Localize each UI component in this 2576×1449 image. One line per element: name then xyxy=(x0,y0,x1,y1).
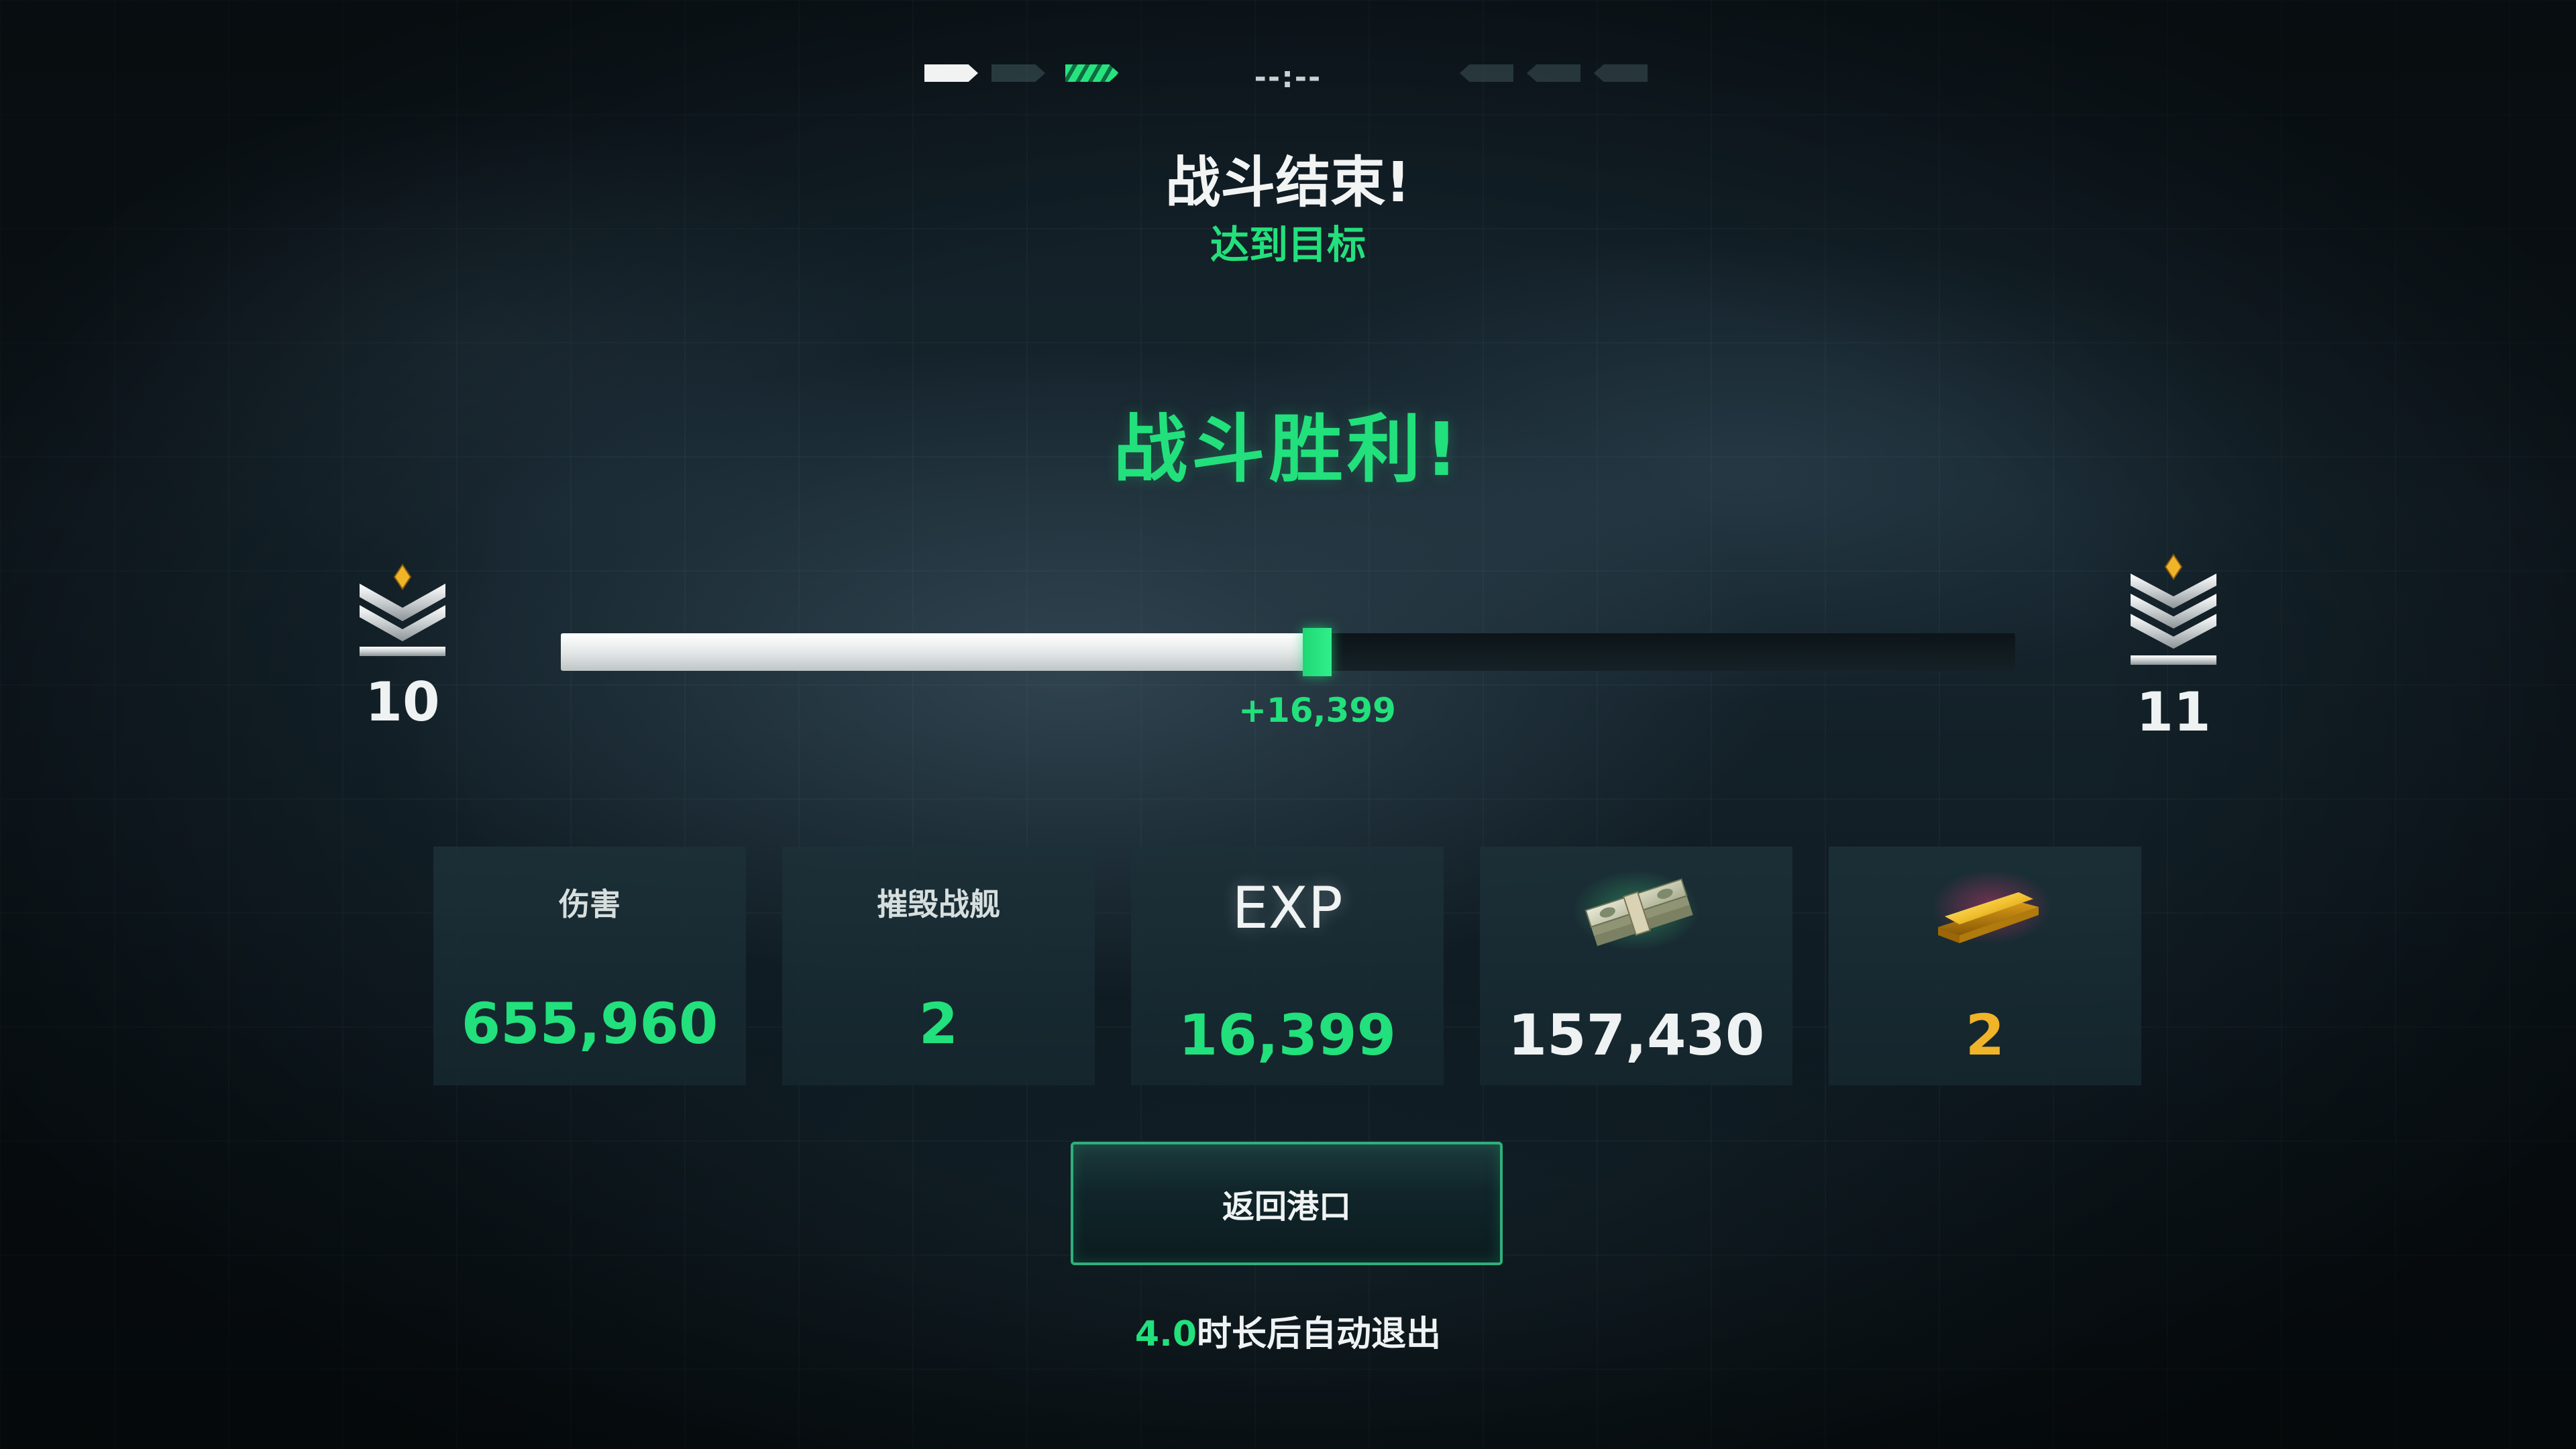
current-rank: 10 xyxy=(349,564,456,733)
exp-value: 16,399 xyxy=(1178,1002,1397,1068)
experience-progress-bar xyxy=(561,628,2015,676)
gold-value: 2 xyxy=(1965,1002,2005,1068)
ships-destroyed-label: 摧毁战舰 xyxy=(877,886,1000,922)
auto-exit-seconds: 4.0 xyxy=(1134,1314,1197,1354)
credits-card: 157,430 xyxy=(1480,847,1792,1085)
enemy-progress-segment xyxy=(1594,64,1648,82)
reward-cards: 伤害 655,960 摧毁战舰 2 EXP 16,399 157,430 2 xyxy=(433,847,2143,1085)
next-rank-level: 11 xyxy=(2136,681,2211,743)
battle-result-screen: --:-- 战斗结束! 达到目标 战斗胜利! 10 11 +16,399 伤害 … xyxy=(0,0,2576,1449)
team-progress-segment xyxy=(924,64,978,82)
ships-destroyed-value: 2 xyxy=(918,991,959,1057)
team-progress-segment xyxy=(991,64,1045,82)
gold-bar-icon xyxy=(1931,870,2052,944)
return-to-port-button[interactable]: 返回港口 xyxy=(1071,1142,1503,1265)
page-title: 战斗结束! xyxy=(1165,151,1411,215)
enemy-progress-segment xyxy=(1460,64,1513,82)
match-indicator: --:-- xyxy=(0,60,2576,95)
cash-stack-icon xyxy=(1572,870,1700,951)
team-progress-segment xyxy=(1065,64,1119,82)
victory-banner: 战斗胜利! xyxy=(1113,407,1463,492)
current-rank-level: 10 xyxy=(365,671,440,733)
damage-label: 伤害 xyxy=(559,886,621,922)
auto-exit-countdown: 4.0时长后自动退出 xyxy=(0,1305,2576,1356)
rank-chevron-icon xyxy=(2131,553,2216,665)
experience-progress-fill xyxy=(561,633,1303,671)
credits-value: 157,430 xyxy=(1507,1002,1765,1068)
damage-value: 655,960 xyxy=(461,991,718,1057)
gold-card: 2 xyxy=(1829,847,2141,1085)
ships-destroyed-card: 摧毁战舰 2 xyxy=(782,847,1095,1085)
experience-gain-label: +16,399 xyxy=(1238,691,1396,730)
exp-card: EXP 16,399 xyxy=(1131,847,1444,1085)
experience-gain-marker xyxy=(1303,628,1332,676)
next-rank: 11 xyxy=(2120,553,2227,743)
damage-card: 伤害 655,960 xyxy=(433,847,746,1085)
enemy-progress-segment xyxy=(1527,64,1580,82)
match-timer: --:-- xyxy=(1254,60,1322,95)
rank-chevron-icon xyxy=(360,564,445,656)
objective-status: 达到目标 xyxy=(1210,222,1366,268)
exp-label: EXP xyxy=(1232,875,1343,942)
auto-exit-text: 时长后自动退出 xyxy=(1197,1314,1442,1354)
